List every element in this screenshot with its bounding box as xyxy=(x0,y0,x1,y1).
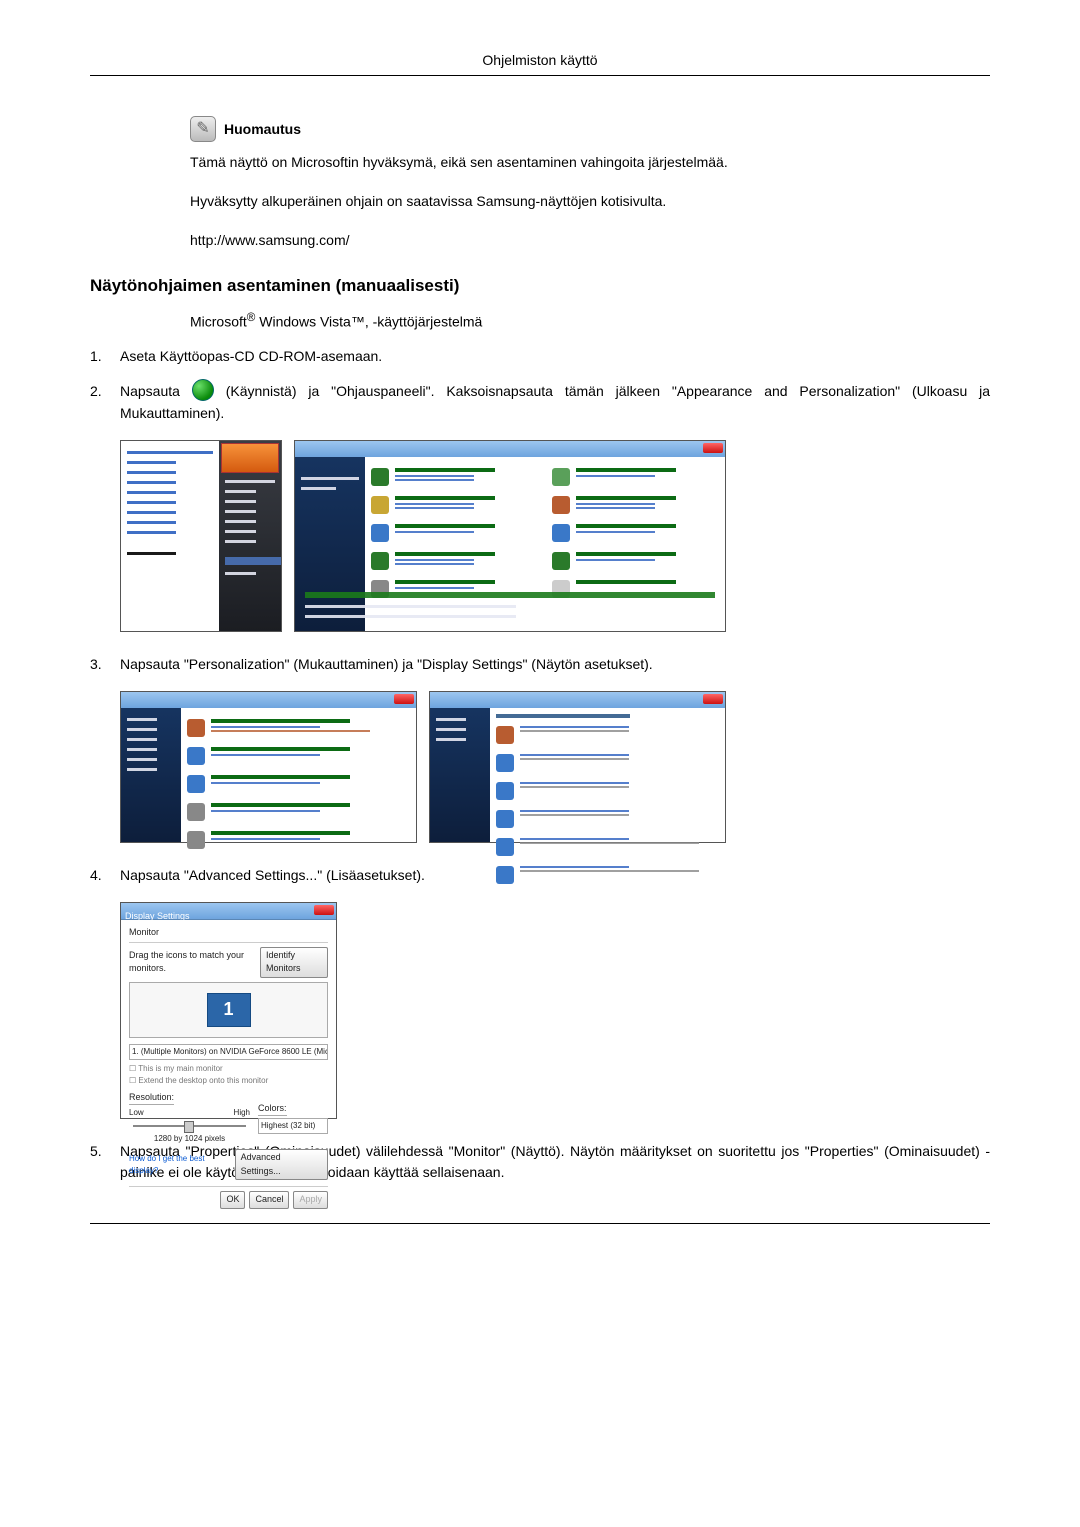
step-2-text: Napsauta (Käynnistä) ja "Ohjauspaneeli".… xyxy=(120,381,990,424)
help-link[interactable]: How do I get the best display? xyxy=(129,1153,235,1177)
page-header: Ohjelmiston käyttö xyxy=(90,50,990,71)
step-5-number: 5. xyxy=(90,1141,120,1183)
section-title: Näytönohjaimen asentaminen (manuaalisest… xyxy=(90,273,990,299)
cancel-button[interactable]: Cancel xyxy=(249,1191,289,1209)
screenshot-row-2 xyxy=(120,691,990,843)
close-icon xyxy=(703,694,723,704)
notice-url: http://www.samsung.com/ xyxy=(190,230,990,251)
apply-button[interactable]: Apply xyxy=(293,1191,328,1209)
step-4-number: 4. xyxy=(90,865,120,886)
chk2-label: Extend the desktop onto this monitor xyxy=(138,1076,268,1085)
screenshot-display-settings: Display Settings Monitor Drag the icons … xyxy=(120,902,337,1119)
resolution-label: Resolution: xyxy=(129,1091,174,1106)
screenshot-start-menu xyxy=(120,440,282,632)
advanced-settings-button[interactable]: Advanced Settings... xyxy=(235,1149,328,1180)
chk-main-monitor[interactable]: ☐ This is my main monitor xyxy=(129,1063,328,1075)
step-2-text-a: Napsauta xyxy=(120,383,192,399)
monitor-dropdown[interactable]: 1. (Multiple Monitors) on NVIDIA GeForce… xyxy=(129,1044,328,1060)
windows-start-icon xyxy=(192,379,214,401)
chk1-label: This is my main monitor xyxy=(138,1064,222,1073)
step-2: 2. Napsauta (Käynnistä) ja "Ohjauspaneel… xyxy=(90,381,990,424)
header-divider xyxy=(90,75,990,76)
identify-monitors-button[interactable]: Identify Monitors xyxy=(260,947,328,978)
res-low: Low xyxy=(129,1107,144,1119)
notice-icon: ✎ xyxy=(190,116,216,142)
close-icon xyxy=(703,443,723,453)
notice-body: Tämä näyttö on Microsoftin hyväksymä, ei… xyxy=(190,152,990,251)
dialog-title: Display Settings xyxy=(125,911,190,921)
drag-text: Drag the icons to match your monitors. xyxy=(129,949,260,976)
step-2-text-b: (Käynnistä) ja "Ohjauspaneeli". Kaksoisn… xyxy=(120,383,990,421)
screenshot-row-3: Display Settings Monitor Drag the icons … xyxy=(120,902,990,1119)
step-1-number: 1. xyxy=(90,346,120,367)
step-1: 1. Aseta Käyttöopas-CD CD-ROM-asemaan. xyxy=(90,346,990,367)
chk-extend-desktop[interactable]: ☐ Extend the desktop onto this monitor xyxy=(129,1075,328,1087)
notice-label: Huomautus xyxy=(224,119,301,140)
screenshot-control-panel xyxy=(294,440,726,632)
step-2-number: 2. xyxy=(90,381,120,424)
footer-divider xyxy=(90,1223,990,1224)
step-1-text: Aseta Käyttöopas-CD CD-ROM-asemaan. xyxy=(120,346,990,367)
close-icon xyxy=(314,905,334,915)
colors-label: Colors: xyxy=(258,1102,287,1117)
screenshot-personalization xyxy=(429,691,726,843)
res-high: High xyxy=(234,1107,250,1119)
step-3-number: 3. xyxy=(90,654,120,675)
os-line: Microsoft® Windows Vista™, -käyttöjärjes… xyxy=(190,309,990,333)
resolution-slider[interactable] xyxy=(133,1125,246,1127)
close-icon xyxy=(394,694,414,704)
screenshot-appearance xyxy=(120,691,417,843)
step-3: 3. Napsauta "Personalization" (Mukauttam… xyxy=(90,654,990,675)
os-suffix: Windows Vista™, -käyttöjärjestelmä xyxy=(255,313,482,329)
notice-p2: Hyväksytty alkuperäinen ohjain on saatav… xyxy=(190,191,990,212)
dialog-tab-monitor[interactable]: Monitor xyxy=(129,926,328,943)
screenshot-row-1 xyxy=(120,440,990,632)
notice-p1: Tämä näyttö on Microsoftin hyväksymä, ei… xyxy=(190,152,990,173)
ok-button[interactable]: OK xyxy=(220,1191,245,1209)
colors-dropdown[interactable]: Highest (32 bit) xyxy=(258,1118,328,1134)
os-prefix: Microsoft xyxy=(190,313,247,329)
resolution-value: 1280 by 1024 pixels xyxy=(129,1133,250,1145)
monitor-preview-area: 1 xyxy=(129,982,328,1038)
monitor-1-icon[interactable]: 1 xyxy=(207,993,251,1027)
notice-header: ✎ Huomautus xyxy=(190,116,990,142)
step-3-text: Napsauta "Personalization" (Mukauttamine… xyxy=(120,654,990,675)
